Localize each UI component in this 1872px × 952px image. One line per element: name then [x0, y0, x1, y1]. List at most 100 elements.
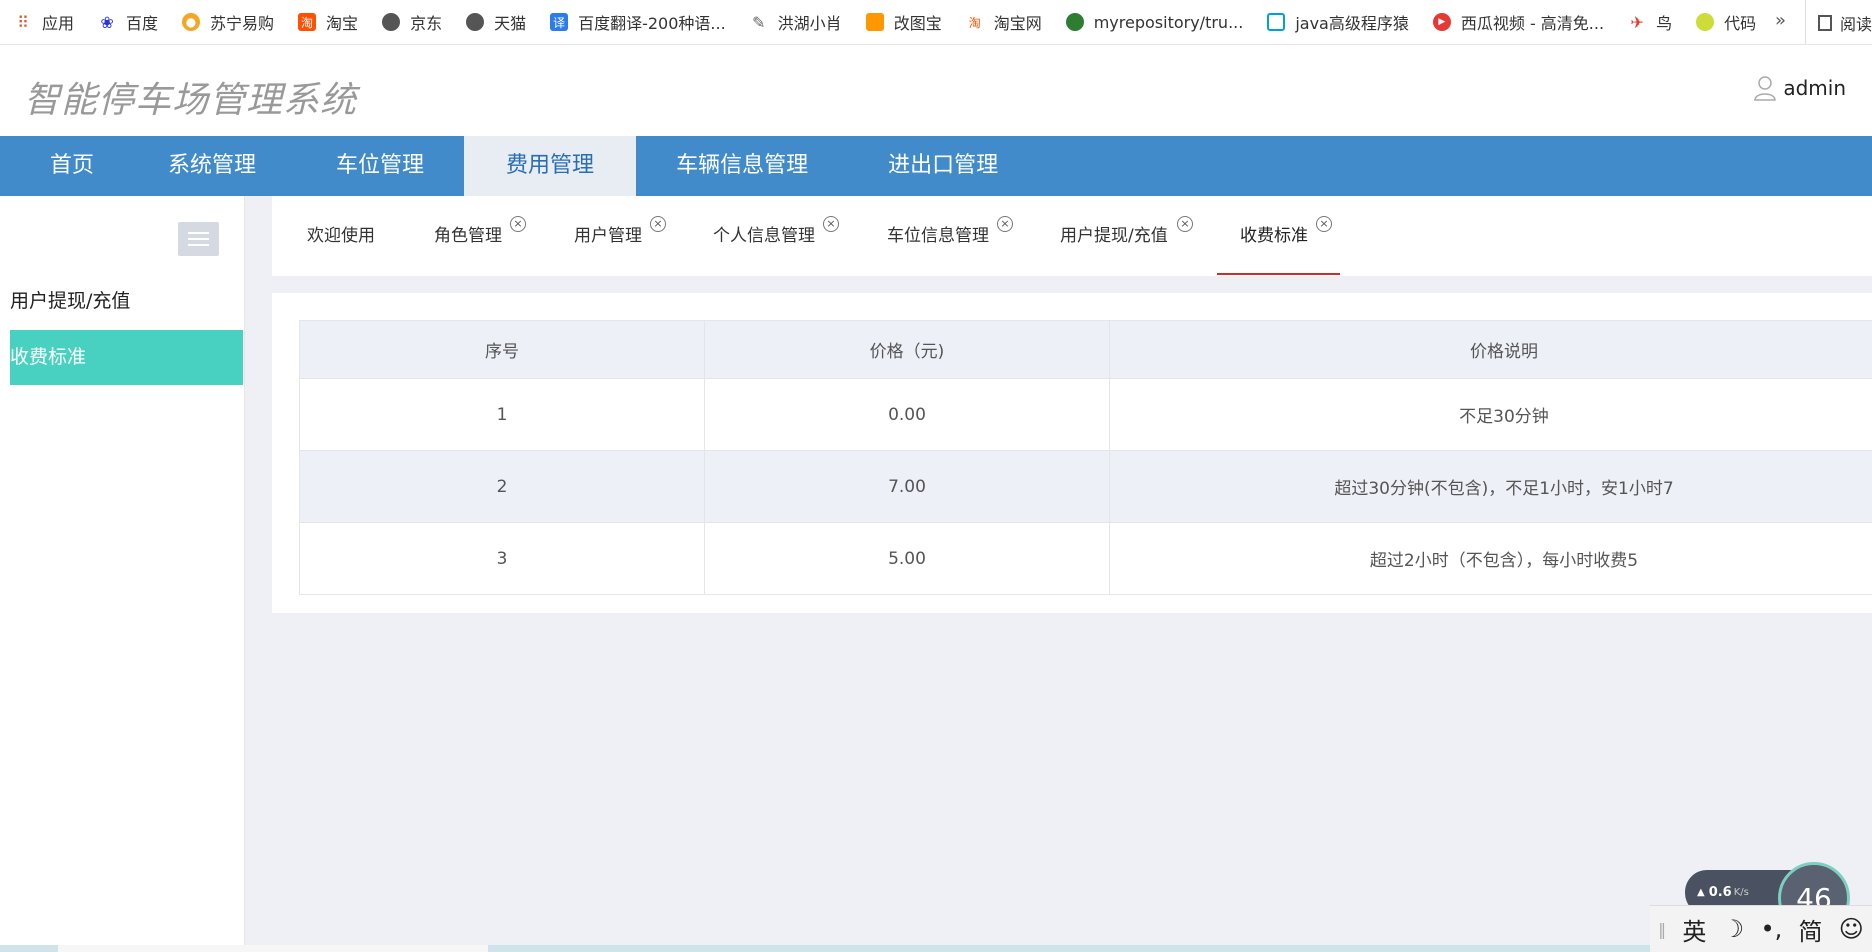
nav-system[interactable]: 系统管理 — [128, 136, 296, 196]
cell-index: 2 — [299, 450, 705, 523]
emoji-icon[interactable]: ☺ — [1839, 915, 1864, 943]
bookmark-label: java高级程序猿 — [1295, 14, 1409, 33]
table-row[interactable]: 2 7.00 超过30分钟(不包含)，不足1小时，安1小时7 — [299, 450, 1872, 523]
bilibili-tv-icon — [1267, 13, 1286, 31]
nav-fee[interactable]: 费用管理 — [464, 136, 637, 196]
bookmark-label: 改图宝 — [893, 14, 942, 33]
moon-icon[interactable]: ☽ — [1723, 915, 1745, 943]
bookmark-taobaowang[interactable]: 淘 淘宝网 — [966, 10, 1042, 34]
top-nav: 首页 系统管理 车位管理 费用管理 车辆信息管理 进出口管理 — [0, 136, 1872, 196]
bookmark-baidu-translate[interactable]: 译 百度翻译-200种语... — [550, 10, 726, 34]
bookmark-bird[interactable]: ✈ 鸟 — [1628, 10, 1672, 34]
nav-parking-space[interactable]: 车位管理 — [296, 136, 464, 196]
reading-list-label: 阅读 — [1839, 14, 1872, 34]
close-icon[interactable]: × — [997, 216, 1013, 232]
ime-simplified-toggle[interactable]: 简 — [1799, 912, 1823, 947]
bookmark-baidu[interactable]: ❀ 百度 — [98, 10, 158, 34]
tab-bar: 欢迎使用 角色管理 × 用户管理 × 个人信息管理 × 车位信息管理 × 用户提… — [272, 196, 1872, 276]
tab-fee-standard[interactable]: 收费标准 — [1240, 196, 1308, 276]
bookmark-jd[interactable]: 京东 — [382, 10, 442, 34]
menu-toggle-button[interactable] — [178, 222, 219, 256]
fee-standard-table: 序号 价格（元) 价格说明 1 0.00 不足30分钟 2 7.00 超过30分… — [299, 320, 1872, 595]
sidebar-item-fee-standard[interactable]: 收费标准 — [10, 330, 243, 385]
nav-vehicle-info[interactable]: 车辆信息管理 — [636, 136, 848, 196]
bookmark-label: 淘宝网 — [993, 14, 1042, 33]
column-header-index[interactable]: 序号 — [299, 320, 705, 379]
bookmark-tmall[interactable]: 天猫 — [466, 10, 526, 34]
apps-grid-icon: ⠿ — [17, 12, 29, 32]
bookmark-label: 苏宁易购 — [210, 14, 275, 33]
nav-home[interactable]: 首页 — [0, 136, 128, 196]
bookmark-java[interactable]: java高级程序猿 — [1267, 10, 1409, 34]
translate-icon: 译 — [550, 13, 569, 31]
bookmark-label: 淘宝 — [326, 14, 359, 33]
bookmark-label: 代码 — [1724, 14, 1757, 33]
table-header-row: 序号 价格（元) 价格说明 — [299, 320, 1872, 379]
bookmark-label: 百度 — [126, 14, 159, 33]
table-row[interactable]: 3 5.00 超过2小时（不包含），每小时收费5 — [299, 522, 1872, 595]
cell-description: 不足30分钟 — [1109, 378, 1872, 451]
fee-standard-panel: 序号 价格（元) 价格说明 1 0.00 不足30分钟 2 7.00 超过30分… — [272, 293, 1872, 613]
bookmark-myrepository[interactable]: myrepository/tru... — [1065, 13, 1243, 32]
globe-icon — [466, 13, 485, 31]
bookmark-label: 鸟 — [1656, 14, 1673, 33]
bird-icon: ✈ — [1630, 12, 1644, 32]
column-header-price[interactable]: 价格（元) — [704, 320, 1110, 379]
xigua-play-icon: ▶ — [1432, 13, 1451, 31]
column-header-description[interactable]: 价格说明 — [1109, 320, 1872, 379]
site-header: 智能停车场管理系统 admin — [0, 45, 1872, 136]
horizontal-scrollbar[interactable] — [0, 945, 1650, 952]
cell-description: 超过2小时（不包含），每小时收费5 — [1109, 522, 1872, 595]
tab-role-management[interactable]: 角色管理 — [434, 196, 502, 276]
table-row[interactable]: 1 0.00 不足30分钟 — [299, 378, 1872, 451]
reading-list-button[interactable]: 阅读 — [1804, 0, 1872, 44]
close-icon[interactable]: × — [1316, 216, 1332, 232]
net-speed-unit: K/s — [1733, 887, 1749, 898]
tab-withdraw-recharge[interactable]: 用户提现/充值 — [1060, 196, 1168, 276]
sidebar: 用户提现/充值 收费标准 — [0, 196, 245, 952]
ime-language-toggle[interactable]: 英 — [1682, 912, 1706, 947]
bookmark-honghu[interactable]: ✎ 洪湖小肖 — [750, 10, 842, 34]
tab-personal-info[interactable]: 个人信息管理 — [713, 196, 815, 276]
tab-welcome[interactable]: 欢迎使用 — [307, 196, 375, 276]
close-icon[interactable]: × — [1177, 216, 1193, 232]
chrome-icon — [1065, 13, 1084, 31]
hamburger-icon-line — [188, 244, 209, 246]
close-icon[interactable]: × — [510, 216, 526, 232]
bookmark-gaitubao[interactable]: 改图宝 — [865, 10, 942, 34]
nav-entrance-exit[interactable]: 进出口管理 — [848, 136, 1038, 196]
close-icon[interactable]: × — [823, 216, 839, 232]
bookmark-suning[interactable]: ● 苏宁易购 — [182, 10, 274, 34]
image-edit-icon — [865, 13, 884, 31]
feather-icon: ✎ — [751, 12, 766, 32]
tab-user-management[interactable]: 用户管理 — [574, 196, 642, 276]
bookmarks-bar: ⠿ 应用 ❀ 百度 ● 苏宁易购 淘 淘宝 京东 天猫 译 百度翻译-200种语… — [0, 0, 1872, 45]
user-menu[interactable]: admin — [1753, 75, 1846, 101]
cell-price: 5.00 — [704, 522, 1110, 595]
hamburger-icon-line — [188, 238, 209, 240]
username: admin — [1783, 76, 1846, 100]
bookmarks-more-button[interactable]: » — [1775, 10, 1786, 31]
cell-index: 1 — [299, 378, 705, 451]
site-title: 智能停车场管理系统 — [24, 80, 358, 121]
bookmark-taobao[interactable]: 淘 淘宝 — [298, 10, 358, 34]
net-speed-value: 0.6 — [1708, 885, 1732, 900]
tab-space-info[interactable]: 车位信息管理 — [887, 196, 989, 276]
punctuation-icon[interactable]: •, — [1760, 915, 1782, 943]
hamburger-icon-line — [188, 232, 209, 234]
main-content: 欢迎使用 角色管理 × 用户管理 × 个人信息管理 × 车位信息管理 × 用户提… — [245, 196, 1872, 952]
cell-price: 7.00 — [704, 450, 1110, 523]
ime-toolbar: ‖ 英 ☽ •, 简 ☺ — [1650, 905, 1872, 952]
baidu-paw-icon: ❀ — [100, 12, 114, 32]
bookmark-apps[interactable]: ⠿ 应用 — [14, 10, 74, 34]
bookmark-xigua[interactable]: ▶ 西瓜视频 - 高清免... — [1432, 10, 1604, 34]
globe-icon — [382, 13, 401, 31]
active-tab-indicator — [1217, 273, 1340, 275]
sidebar-item-withdraw-recharge[interactable]: 用户提现/充值 — [10, 274, 243, 329]
close-icon[interactable]: × — [650, 216, 666, 232]
cell-index: 3 — [299, 522, 705, 595]
bookmark-code[interactable]: 代码 — [1696, 10, 1756, 34]
bookmark-label: 百度翻译-200种语... — [578, 14, 726, 33]
cell-description: 超过30分钟(不包含)，不足1小时，安1小时7 — [1109, 450, 1872, 523]
scrollbar-thumb[interactable] — [58, 945, 488, 952]
